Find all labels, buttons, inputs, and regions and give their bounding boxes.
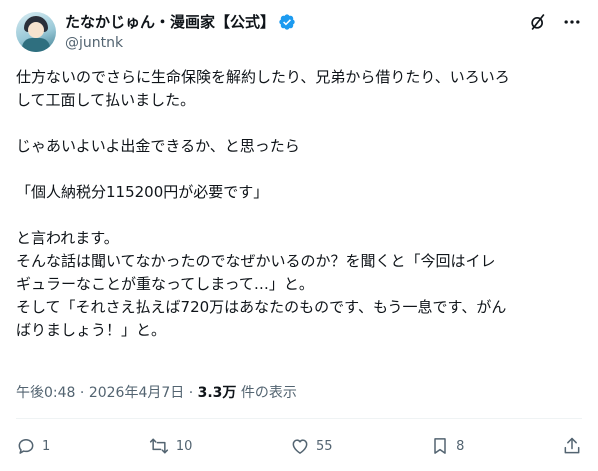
reply-icon bbox=[16, 436, 36, 456]
bookmark-icon bbox=[430, 436, 450, 456]
tweet-date[interactable]: 2026年4月7日 bbox=[89, 385, 184, 401]
header-actions bbox=[528, 12, 582, 32]
reply-count: 1 bbox=[42, 438, 51, 454]
more-icon[interactable] bbox=[562, 12, 582, 32]
tweet-paragraph: 「個人納税分115200円が必要です」 bbox=[16, 183, 269, 201]
avatar[interactable] bbox=[16, 12, 56, 52]
views-label: 件の表示 bbox=[236, 385, 297, 401]
retweet-icon bbox=[148, 436, 170, 456]
tweet-paragraph: じゃあいよいよ出金できるか、と思ったら bbox=[16, 137, 300, 155]
verified-badge-icon[interactable] bbox=[278, 13, 296, 31]
author-handle[interactable]: @juntnk bbox=[65, 33, 296, 53]
meta-separator: · bbox=[75, 385, 89, 401]
tweet-paragraph: 仕方ないのでさらに生命保険を解約したり、兄弟から借りたり、いろいろ して工面して… bbox=[16, 68, 510, 109]
tweet-time[interactable]: 午後0:48 bbox=[16, 385, 75, 401]
views-count: 3.3万 bbox=[197, 385, 237, 401]
avatar-body bbox=[22, 38, 50, 52]
reply-button[interactable]: 1 bbox=[16, 432, 50, 460]
meta-separator: · bbox=[184, 385, 198, 401]
tweet-meta: 午後0:48 · 2026年4月7日 · 3.3万 件の表示 bbox=[16, 383, 297, 403]
name-row: たなかじゅん・漫画家【公式】 bbox=[65, 12, 296, 32]
bookmark-count: 8 bbox=[456, 438, 465, 454]
heart-icon bbox=[290, 436, 310, 456]
retweet-count: 10 bbox=[175, 438, 193, 454]
retweet-button[interactable]: 10 bbox=[148, 432, 193, 460]
divider bbox=[16, 418, 582, 419]
tweet-paragraph: と言われます。 そんな話は聞いてなかったのでなぜかいるのか？を聞くと「今回はイレ… bbox=[16, 229, 507, 339]
tweet-header: たなかじゅん・漫画家【公式】 @juntnk bbox=[16, 12, 582, 56]
avatar-face bbox=[28, 22, 44, 38]
like-button[interactable]: 55 bbox=[290, 432, 333, 460]
tweet-text: 仕方ないのでさらに生命保険を解約したり、兄弟から借りたり、いろいろ して工面して… bbox=[16, 66, 582, 342]
author-names: たなかじゅん・漫画家【公式】 @juntnk bbox=[65, 12, 296, 53]
grok-icon[interactable] bbox=[528, 12, 548, 32]
author-display-name[interactable]: たなかじゅん・漫画家【公式】 bbox=[65, 12, 275, 32]
bookmark-button[interactable]: 8 bbox=[430, 432, 464, 460]
action-bar: 1 10 55 8 bbox=[16, 432, 582, 460]
share-button[interactable] bbox=[562, 432, 582, 460]
like-count: 55 bbox=[315, 438, 333, 454]
share-icon bbox=[562, 436, 582, 456]
